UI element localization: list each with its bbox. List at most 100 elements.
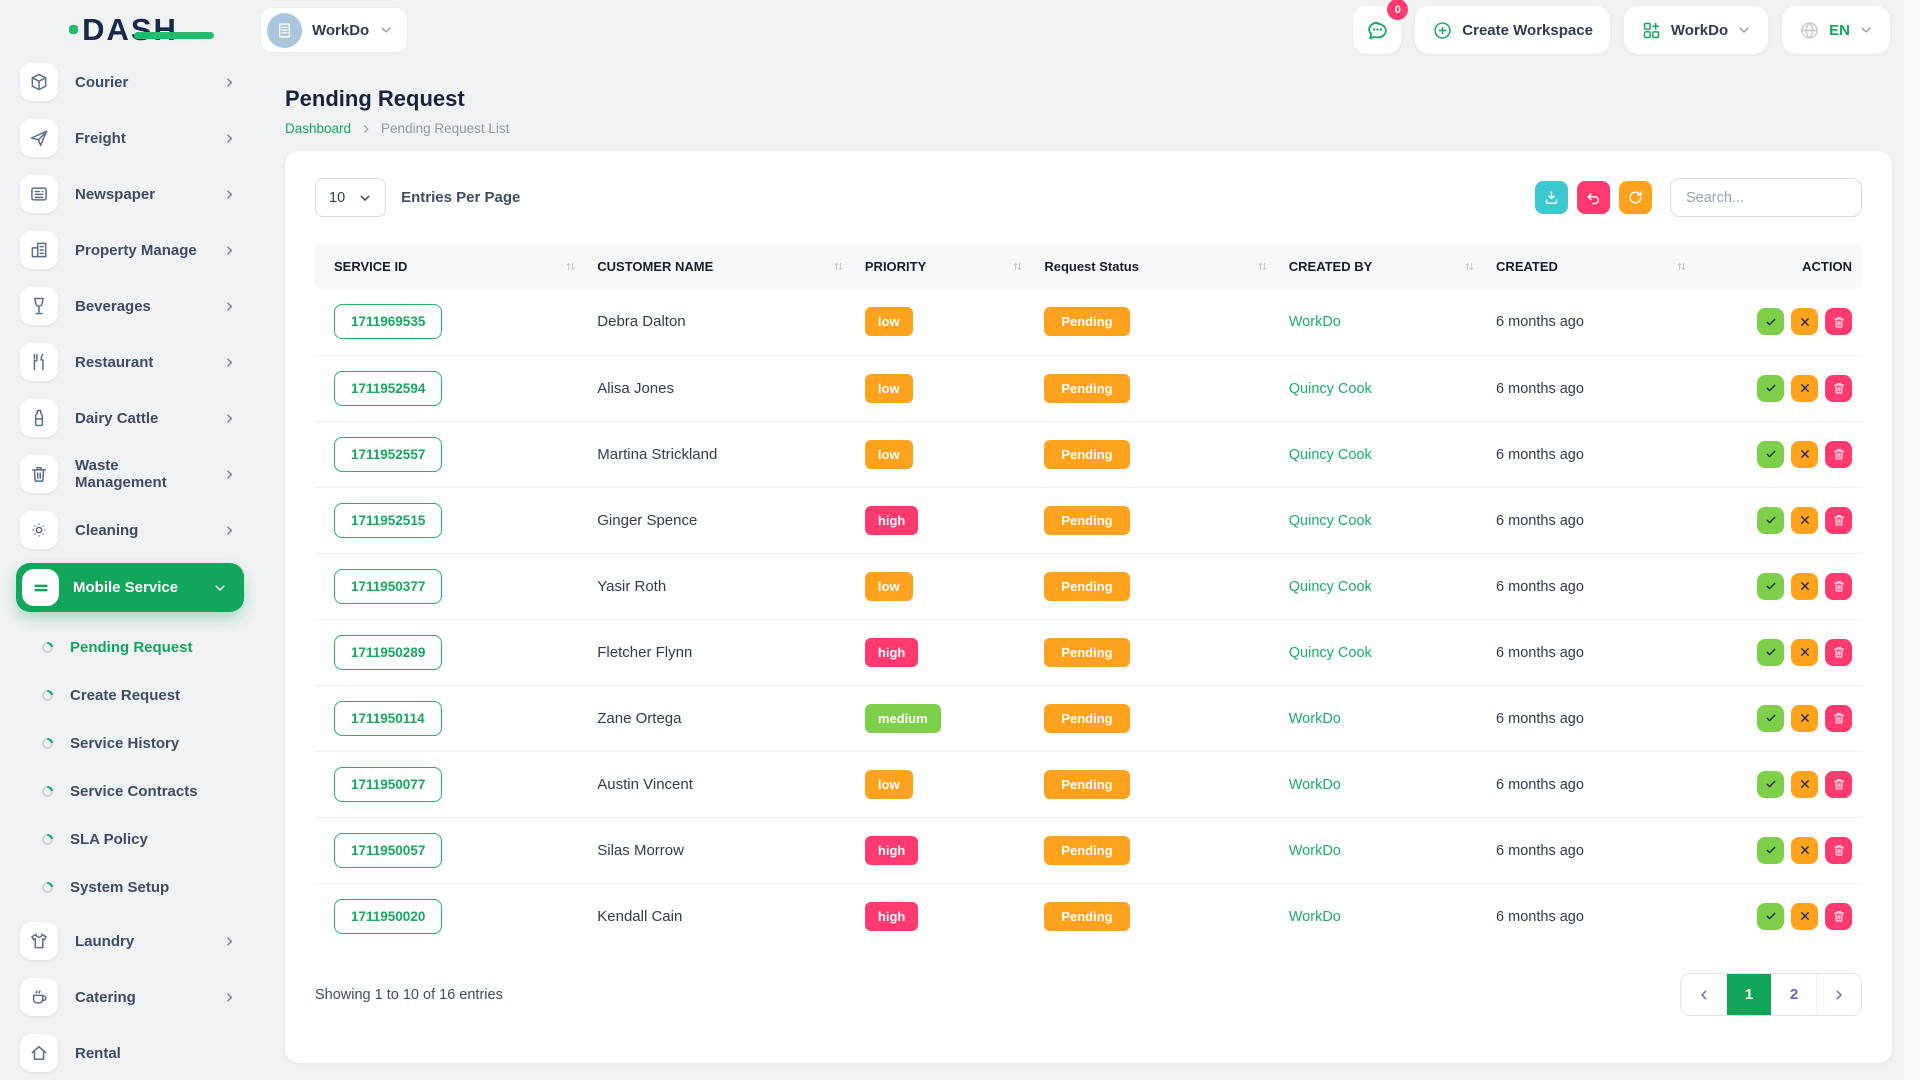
reject-button[interactable] <box>1791 308 1818 335</box>
service-id-button[interactable]: 1711950114 <box>334 701 442 736</box>
column-header-service-id[interactable]: SERVICE ID <box>315 244 587 289</box>
sort-icon[interactable] <box>1463 260 1476 273</box>
service-id-button[interactable]: 1711950077 <box>334 767 442 802</box>
sidebar-subitem-label: SLA Policy <box>70 831 148 848</box>
created-by-link[interactable]: WorkDo <box>1289 711 1341 727</box>
sort-icon[interactable] <box>1675 260 1688 273</box>
service-id-button[interactable]: 1711950020 <box>334 899 442 934</box>
delete-button[interactable] <box>1825 573 1852 600</box>
pagination-page-1[interactable]: 1 <box>1726 974 1771 1015</box>
sort-icon[interactable] <box>564 260 577 273</box>
reject-button[interactable] <box>1791 837 1818 864</box>
sidebar-item-cleaning[interactable]: Cleaning <box>0 502 260 558</box>
approve-button[interactable] <box>1757 507 1784 534</box>
service-id-button[interactable]: 1711950289 <box>334 635 442 670</box>
create-workspace-button[interactable]: Create Workspace <box>1415 6 1610 54</box>
approve-button[interactable] <box>1757 308 1784 335</box>
delete-button[interactable] <box>1825 705 1852 732</box>
service-id-button[interactable]: 1711950377 <box>334 569 442 604</box>
workspace-menu-button[interactable]: WorkDo <box>1624 6 1768 54</box>
created-by-link[interactable]: WorkDo <box>1289 909 1341 925</box>
sidebar-item-courier[interactable]: Courier <box>0 60 260 110</box>
reject-button[interactable] <box>1791 705 1818 732</box>
language-selector[interactable]: EN <box>1782 6 1890 54</box>
sidebar-subitem-system-setup[interactable]: System Setup <box>0 863 260 911</box>
reject-button[interactable] <box>1791 903 1818 930</box>
approve-button[interactable] <box>1757 639 1784 666</box>
messages-button[interactable]: 0 <box>1353 6 1401 54</box>
search-input[interactable] <box>1670 178 1862 217</box>
created-by-link[interactable]: Quincy Cook <box>1289 447 1372 463</box>
approve-button[interactable] <box>1757 573 1784 600</box>
delete-button[interactable] <box>1825 639 1852 666</box>
sidebar-subitem-pending-request[interactable]: Pending Request <box>0 623 260 671</box>
approve-button[interactable] <box>1757 837 1784 864</box>
column-header-request-status[interactable]: Request Status <box>1034 244 1278 289</box>
reject-button[interactable] <box>1791 441 1818 468</box>
page-scrollbar[interactable] <box>1904 0 1920 1080</box>
reject-button[interactable] <box>1791 639 1818 666</box>
sort-icon[interactable] <box>1256 260 1269 273</box>
service-id-button[interactable]: 1711952594 <box>334 371 442 406</box>
sidebar-item-beverages[interactable]: Beverages <box>0 278 260 334</box>
customer-name-cell: Martina Strickland <box>587 421 855 487</box>
sort-icon[interactable] <box>1011 260 1024 273</box>
column-header-created-by[interactable]: CREATED BY <box>1279 244 1486 289</box>
sidebar-subitem-service-contracts[interactable]: Service Contracts <box>0 767 260 815</box>
approve-button[interactable] <box>1757 771 1784 798</box>
delete-button[interactable] <box>1825 375 1852 402</box>
refresh-button[interactable] <box>1619 181 1652 214</box>
delete-button[interactable] <box>1825 308 1852 335</box>
entries-per-page-select[interactable]: 10 <box>315 178 386 217</box>
sort-icon[interactable] <box>832 260 845 273</box>
workspace-selector[interactable]: WorkDo <box>260 7 408 53</box>
created-by-link[interactable]: WorkDo <box>1289 777 1341 793</box>
created-by-link[interactable]: Quincy Cook <box>1289 513 1372 529</box>
service-id-button[interactable]: 1711969535 <box>334 304 442 339</box>
sidebar-item-property-manage[interactable]: Property Manage <box>0 222 260 278</box>
sidebar-item-freight[interactable]: Freight <box>0 110 260 166</box>
reject-button[interactable] <box>1791 771 1818 798</box>
brand-logo[interactable]: DASH <box>0 12 260 48</box>
pagination-next-button[interactable] <box>1816 974 1861 1015</box>
column-header-priority[interactable]: PRIORITY <box>855 244 1034 289</box>
delete-button[interactable] <box>1825 771 1852 798</box>
created-by-link[interactable]: Quincy Cook <box>1289 579 1372 595</box>
sidebar-item-newspaper[interactable]: Newspaper <box>0 166 260 222</box>
approve-button[interactable] <box>1757 705 1784 732</box>
reject-button[interactable] <box>1791 507 1818 534</box>
pagination-page-2[interactable]: 2 <box>1771 974 1816 1015</box>
delete-button[interactable] <box>1825 903 1852 930</box>
service-id-button[interactable]: 1711952515 <box>334 503 442 538</box>
sidebar-item-waste-management[interactable]: Waste Management <box>0 446 260 502</box>
delete-button[interactable] <box>1825 507 1852 534</box>
sidebar-item-dairy-cattle[interactable]: Dairy Cattle <box>0 390 260 446</box>
created-by-link[interactable]: Quincy Cook <box>1289 645 1372 661</box>
created-by-link[interactable]: WorkDo <box>1289 314 1341 330</box>
sidebar-subitem-sla-policy[interactable]: SLA Policy <box>0 815 260 863</box>
reject-button[interactable] <box>1791 375 1818 402</box>
delete-button[interactable] <box>1825 441 1852 468</box>
approve-button[interactable] <box>1757 903 1784 930</box>
breadcrumb-dashboard-link[interactable]: Dashboard <box>285 121 351 136</box>
reject-button[interactable] <box>1791 573 1818 600</box>
sidebar-item-laundry[interactable]: Laundry <box>0 913 260 969</box>
sidebar-item-rental[interactable]: Rental <box>0 1025 260 1080</box>
created-by-link[interactable]: WorkDo <box>1289 843 1341 859</box>
column-header-customer-name[interactable]: CUSTOMER NAME <box>587 244 855 289</box>
sidebar-subitem-create-request[interactable]: Create Request <box>0 671 260 719</box>
sidebar-item-mobile-service[interactable]: Mobile Service <box>16 563 244 612</box>
service-id-button[interactable]: 1711952557 <box>334 437 442 472</box>
created-by-link[interactable]: Quincy Cook <box>1289 381 1372 397</box>
column-header-created[interactable]: CREATED <box>1486 244 1698 289</box>
sidebar-subitem-service-history[interactable]: Service History <box>0 719 260 767</box>
delete-button[interactable] <box>1825 837 1852 864</box>
sidebar-item-catering[interactable]: Catering <box>0 969 260 1025</box>
reset-button[interactable] <box>1577 181 1610 214</box>
sidebar-item-restaurant[interactable]: Restaurant <box>0 334 260 390</box>
approve-button[interactable] <box>1757 375 1784 402</box>
export-button[interactable] <box>1535 181 1568 214</box>
pagination-prev-button[interactable] <box>1681 974 1726 1015</box>
approve-button[interactable] <box>1757 441 1784 468</box>
service-id-button[interactable]: 1711950057 <box>334 833 442 868</box>
